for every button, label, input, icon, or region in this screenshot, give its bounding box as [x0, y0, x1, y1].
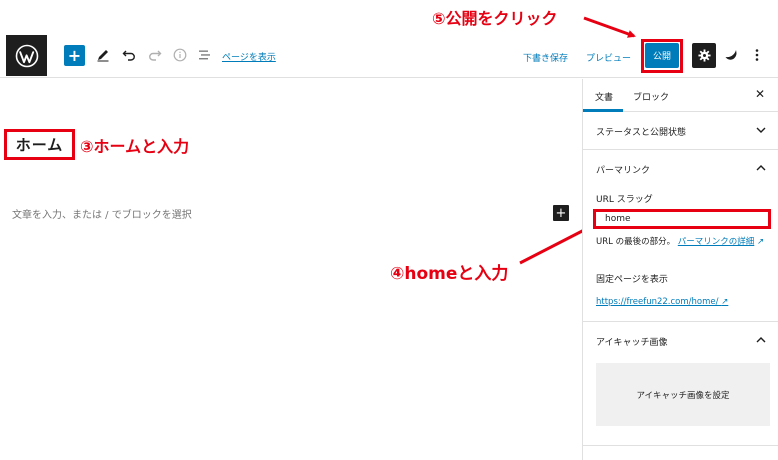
close-icon: ✕: [755, 87, 766, 101]
chevron-up-icon: [756, 337, 766, 343]
view-page-label: 固定ページを表示: [596, 275, 668, 285]
permalink-details-link[interactable]: パーマリンクの詳細: [678, 237, 755, 247]
tab-block[interactable]: ブロック: [633, 90, 669, 103]
permalink-panel-header[interactable]: パーマリンク: [583, 150, 778, 188]
status-panel-header[interactable]: ステータスと公開状態: [583, 112, 778, 150]
arrow-to-slug: [519, 225, 592, 265]
page-url-link[interactable]: https://freefun22.com/home/ ↗: [596, 297, 728, 307]
external-link-icon: ↗: [757, 237, 765, 247]
set-featured-image-button[interactable]: アイキャッチ画像を設定: [596, 363, 770, 426]
slug-help-text: URL の最後の部分。 パーマリンクの詳細 ↗: [596, 236, 774, 249]
chevron-down-icon: [756, 127, 766, 133]
panel-divider: [583, 445, 778, 446]
featured-image-panel-header[interactable]: アイキャッチ画像: [583, 322, 778, 360]
slug-help-prefix: URL の最後の部分。: [596, 237, 676, 247]
page-url-text: https://freefun22.com/home/: [596, 297, 719, 307]
tab-document[interactable]: 文書: [595, 90, 613, 103]
chevron-up-icon: [756, 165, 766, 171]
url-slug-label: URL スラッグ: [596, 195, 653, 205]
arrow-to-publish: [583, 16, 636, 38]
close-sidebar-button[interactable]: ✕: [755, 87, 765, 101]
status-panel-title: ステータスと公開状態: [596, 128, 687, 138]
sidebar-tabs: 文書 ブロック ✕: [583, 79, 778, 112]
external-link-icon: ↗: [721, 297, 729, 307]
featured-image-panel-title: アイキャッチ画像: [596, 338, 668, 348]
url-slug-input[interactable]: [593, 209, 771, 229]
permalink-panel-title: パーマリンク: [596, 166, 651, 176]
settings-sidebar: 文書 ブロック ✕ ステータスと公開状態 パーマリンク URL スラッグ URL…: [582, 79, 778, 460]
